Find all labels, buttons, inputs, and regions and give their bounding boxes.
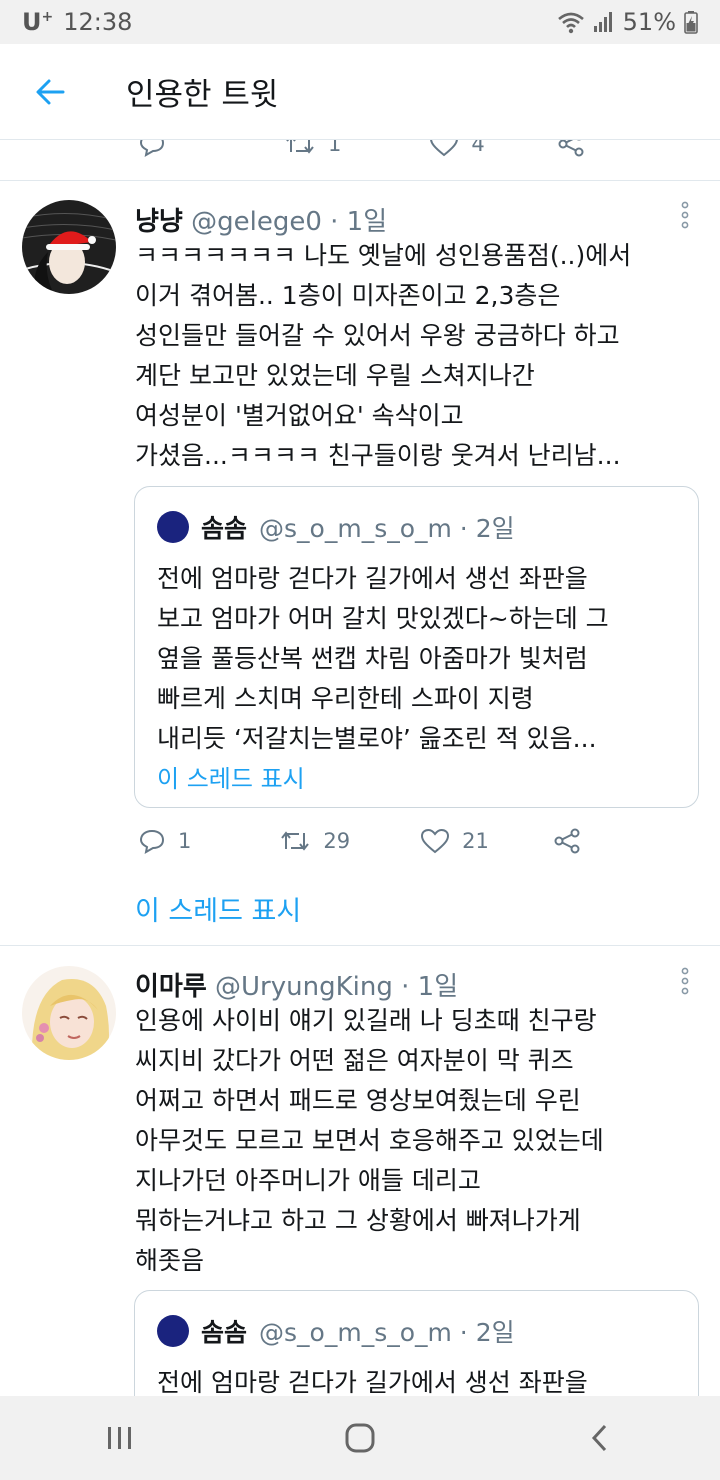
recent-apps-icon xyxy=(108,1427,131,1449)
quoted-author-handle-time: @s_o_m_s_o_m · 2일 xyxy=(259,1318,515,1347)
page-title: 인용한 트윗 xyxy=(126,77,279,113)
like-button[interactable]: 4 xyxy=(429,140,485,158)
status-bar: U+ 12:38 51% xyxy=(0,0,720,44)
tweet[interactable]: 냥냥 @gelege0 · 1일 ㅋㅋㅋㅋㅋㅋㅋ 나도 옛날에 성인용품점(..… xyxy=(0,181,720,945)
reply-button[interactable]: 1 xyxy=(138,827,191,855)
tweet-text: ㅋㅋㅋㅋㅋㅋㅋ 나도 옛날에 성인용품점(..)에서 이거 겪어봄.. 1층이 … xyxy=(135,236,705,476)
quoted-text-line: 전에 엄마랑 걷다가 길가에서 생선 좌판을 xyxy=(157,1368,588,1396)
quoted-text-line: 전에 엄마랑 걷다가 길가에서 생선 좌판을 xyxy=(157,564,588,593)
tweet-text-line: 씨지비 갔다가 어떤 젊은 여자분이 막 퀴즈 xyxy=(135,1046,574,1075)
retweet-icon xyxy=(286,140,314,154)
like-count: 21 xyxy=(462,829,489,853)
author-handle-time: @gelege0 · 1일 xyxy=(182,207,388,237)
tweet-text-line: 여성분이 '별거없어요' 속삭이고 xyxy=(135,401,464,430)
retweet-count: 29 xyxy=(323,829,351,853)
author-name[interactable]: 냥냥 xyxy=(135,207,183,237)
share-icon xyxy=(558,140,584,157)
quoted-tweet-text: 전에 엄마랑 걷다가 길가에서 생선 좌판을 xyxy=(157,1363,687,1396)
share-icon xyxy=(554,828,580,854)
carrier-label: U+ xyxy=(22,8,54,36)
reply-button[interactable] xyxy=(138,140,166,158)
battery-percent: 51% xyxy=(622,8,676,36)
system-nav-bar xyxy=(0,1396,720,1480)
reply-icon xyxy=(139,829,165,854)
like-button[interactable]: 21 xyxy=(420,827,489,855)
reply-icon xyxy=(139,140,165,157)
quoted-tweet-header: 솜솜 @s_o_m_s_o_m · 2일 xyxy=(157,509,515,545)
tweet-text: 인용에 사이비 얘기 있길래 나 딩초때 친구랑 씨지비 갔다가 어떤 젊은 여… xyxy=(135,1001,705,1281)
tweet-text-line: ㅋㅋㅋㅋㅋㅋㅋ 나도 옛날에 성인용품점(..)에서 xyxy=(135,241,632,270)
wifi-icon xyxy=(557,12,584,34)
share-button[interactable] xyxy=(557,140,585,158)
clock: 12:38 xyxy=(63,8,133,36)
retweet-button[interactable]: 1 xyxy=(284,140,341,158)
quoted-author-name: 솜솜 xyxy=(201,1318,248,1347)
tweet-text-line: 지나가던 아주머니가 애들 데리고 xyxy=(135,1166,481,1195)
avatar[interactable] xyxy=(22,200,116,294)
quoted-tweet[interactable]: 솜솜 @s_o_m_s_o_m · 2일 전에 엄마랑 걷다가 길가에서 생선 … xyxy=(134,486,699,808)
tweet-text-line: 가셨음...ㅋㅋㅋㅋ 친구들이랑 웃겨서 난리남... xyxy=(135,441,621,470)
share-button[interactable] xyxy=(553,827,581,855)
tweet-actions: 1 29 21 xyxy=(138,827,581,855)
heart-icon xyxy=(430,140,459,157)
quoted-text-line: 보고 엄마가 어머 갈치 맛있겠다~하는데 그 xyxy=(157,604,609,633)
quoted-avatar xyxy=(157,511,189,543)
tweet-header: 냥냥 @gelege0 · 1일 xyxy=(135,201,387,238)
retweet-button[interactable]: 29 xyxy=(279,827,350,855)
tweet-text-line: 뭐하는거냐고 하고 그 상황에서 빠져나가게 xyxy=(135,1206,581,1235)
quoted-author-handle-time: @s_o_m_s_o_m · 2일 xyxy=(259,514,515,543)
arrow-left-icon xyxy=(36,79,65,104)
quoted-tweet-header: 솜솜 @s_o_m_s_o_m · 2일 xyxy=(157,1313,515,1349)
show-thread-link[interactable]: 이 스레드 표시 xyxy=(135,889,301,928)
quoted-tweet-text: 전에 엄마랑 걷다가 길가에서 생선 좌판을 보고 엄마가 어머 갈치 맛있겠다… xyxy=(157,559,687,759)
tweet-text-line: 계단 보고만 있었는데 우릴 스쳐지나간 xyxy=(135,361,535,390)
author-name[interactable]: 이마루 xyxy=(135,972,207,1002)
more-options-icon[interactable] xyxy=(678,200,692,230)
retweet-icon xyxy=(281,831,310,851)
tweet-text-line: 해좃음 xyxy=(135,1246,205,1275)
quoted-text-line: 내리듯 ‘저갈치는별로야’ 읊조린 적 있음... xyxy=(157,724,597,753)
tweet-list[interactable]: 1 4 냥냥 @gelege0 · 1일 ㅋㅋㅋㅋㅋㅋㅋ 나도 옛날에 성인용품… xyxy=(0,140,720,1396)
battery-charging-icon xyxy=(684,11,698,34)
tweet-text-line: 어쩌고 하면서 패드로 영상보여줬는데 우린 xyxy=(135,1086,581,1115)
tweet-text-line: 성인들만 들어갈 수 있어서 우왕 궁금하다 하고 xyxy=(135,321,620,350)
retweet-count: 1 xyxy=(328,140,342,156)
quoted-text-line: 빠르게 스치며 우리한테 스파이 지령 xyxy=(157,684,534,713)
quoted-show-thread-link[interactable]: 이 스레드 표시 xyxy=(157,759,305,794)
like-count: 4 xyxy=(471,140,485,156)
app-header: 인용한 트윗 xyxy=(0,44,720,140)
system-back-button[interactable] xyxy=(560,1396,640,1480)
recent-apps-button[interactable] xyxy=(80,1396,160,1480)
tweet-text-line: 인용에 사이비 얘기 있길래 나 딩초때 친구랑 xyxy=(135,1006,597,1035)
back-button[interactable] xyxy=(0,44,100,140)
author-handle-time: @UryungKing · 1일 xyxy=(206,972,459,1002)
tweet-text-line: 이거 겪어봄.. 1층이 미자존이고 2,3층은 xyxy=(135,281,561,310)
more-options-icon[interactable] xyxy=(678,966,692,996)
heart-icon xyxy=(421,828,450,854)
quoted-author-name: 솜솜 xyxy=(201,514,248,543)
home-button[interactable] xyxy=(320,1396,400,1480)
quoted-tweet[interactable]: 솜솜 @s_o_m_s_o_m · 2일 전에 엄마랑 걷다가 길가에서 생선 … xyxy=(134,1290,699,1396)
reply-count: 1 xyxy=(178,829,192,853)
quoted-avatar xyxy=(157,1315,189,1347)
home-icon xyxy=(345,1423,375,1453)
tweet-text-line: 아무것도 모르고 보면서 호응해주고 있었는데 xyxy=(135,1126,604,1155)
tweet[interactable]: 이마루 @UryungKing · 1일 인용에 사이비 얘기 있길래 나 딩초… xyxy=(0,946,720,1396)
signal-icon xyxy=(593,12,612,32)
tweet-header: 이마루 @UryungKing · 1일 xyxy=(135,966,458,1003)
chevron-left-icon xyxy=(591,1424,607,1452)
avatar[interactable] xyxy=(22,966,116,1060)
quoted-text-line: 옆을 풀등산복 썬캡 차림 아줌마가 빛처럼 xyxy=(157,644,588,673)
tweet-actions-previous: 1 4 xyxy=(138,140,585,158)
